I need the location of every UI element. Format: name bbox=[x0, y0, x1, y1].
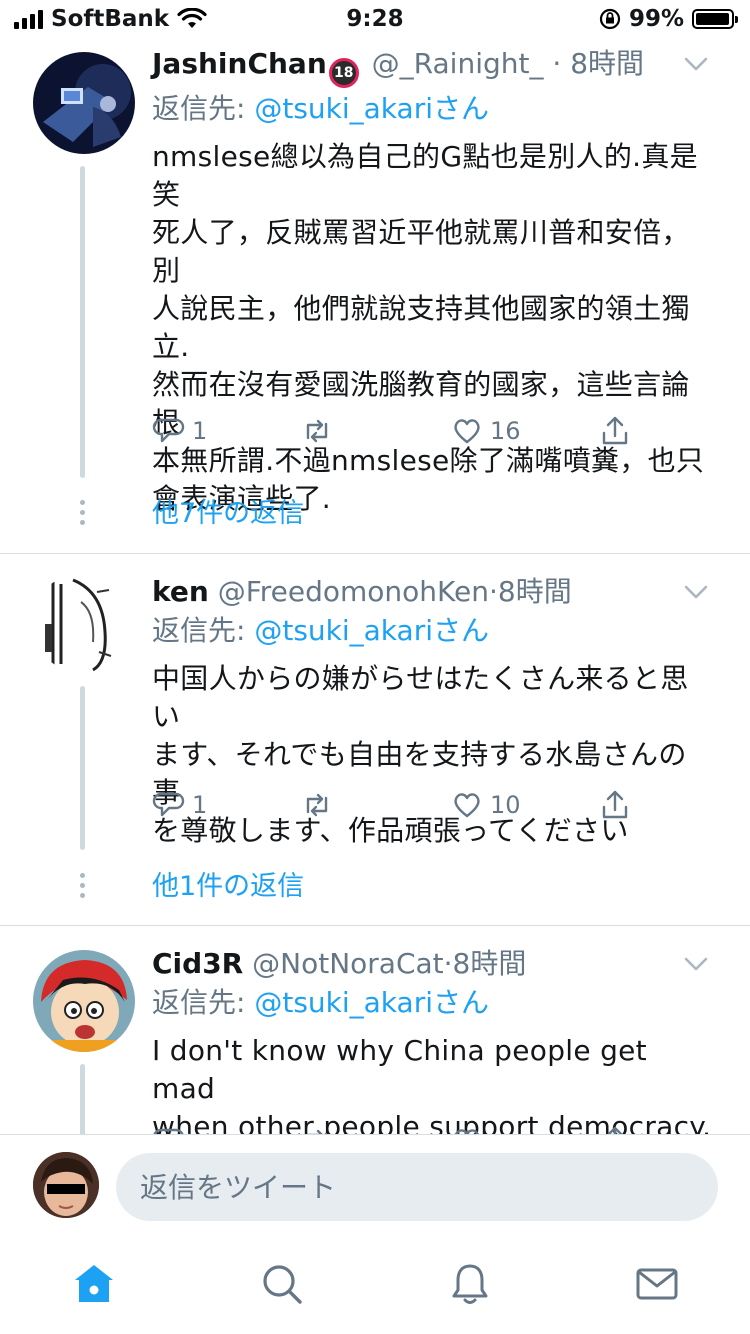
heart-icon bbox=[455, 1129, 479, 1134]
reply-icon bbox=[152, 418, 185, 443]
status-bar: SoftBank 9:28 99% bbox=[0, 0, 750, 40]
handle[interactable]: @FreedomonohKen bbox=[218, 575, 489, 608]
orientation-lock-icon bbox=[599, 8, 621, 30]
reply-count: 1 bbox=[192, 791, 208, 819]
mention-link[interactable]: @tsuki_akariさん bbox=[254, 92, 489, 125]
battery-icon bbox=[692, 9, 738, 29]
retweet-icon bbox=[306, 419, 328, 443]
avatar[interactable] bbox=[33, 572, 135, 674]
display-name[interactable]: JashinChan bbox=[152, 47, 327, 80]
avatar[interactable] bbox=[33, 52, 135, 154]
separator-dot: · bbox=[443, 947, 453, 980]
more-replies-link[interactable]: 他1件の返信 bbox=[152, 869, 304, 905]
tweet-actions: 1 16 bbox=[152, 414, 632, 458]
reply-context: 返信先: @tsuki_akariさん bbox=[152, 986, 489, 1019]
messages-icon[interactable] bbox=[633, 1260, 681, 1308]
mention-link[interactable]: @tsuki_akariさん bbox=[254, 614, 489, 647]
like-button[interactable]: 10 bbox=[450, 788, 521, 822]
heart-icon bbox=[454, 419, 480, 444]
tweet[interactable]: JashinChan 18 @_Rainight_ · 8時間 返信先: @tsu… bbox=[0, 40, 750, 553]
share-button[interactable] bbox=[598, 788, 632, 822]
tweet-text: I don't know why China people get mad wh… bbox=[152, 1034, 712, 1134]
reply-context: 返信先: @tsuki_akariさん bbox=[152, 614, 489, 647]
retweet-icon bbox=[307, 1129, 328, 1134]
chevron-down-icon[interactable] bbox=[678, 46, 714, 82]
reply-context: 返信先: @tsuki_akariさん bbox=[152, 92, 489, 125]
search-icon[interactable] bbox=[258, 1260, 306, 1308]
chevron-down-icon[interactable] bbox=[678, 946, 714, 982]
chevron-down-icon[interactable] bbox=[678, 574, 714, 610]
separator-dot: · bbox=[489, 575, 498, 608]
avatar[interactable] bbox=[33, 950, 135, 1052]
notifications-icon[interactable] bbox=[446, 1260, 494, 1308]
display-name[interactable]: ken bbox=[152, 575, 209, 608]
tweet[interactable]: Cid3R @NotNoraCat·8時間 返信先: @tsuki_akariさ… bbox=[0, 926, 750, 1134]
reply-icon bbox=[153, 1128, 184, 1134]
ellipsis-icon bbox=[79, 873, 87, 903]
separator-dot: · bbox=[552, 47, 562, 80]
thread-line bbox=[80, 1064, 85, 1134]
tweet-header: JashinChan 18 @_Rainight_ · 8時間 bbox=[152, 46, 714, 88]
reply-button[interactable]: 1 bbox=[152, 788, 207, 822]
timestamp[interactable]: 8時間 bbox=[498, 575, 572, 608]
tweet-header: Cid3R @NotNoraCat·8時間 bbox=[152, 946, 714, 982]
more-replies[interactable]: 他7件の返信 bbox=[0, 496, 750, 536]
home-icon[interactable] bbox=[70, 1260, 118, 1308]
handle[interactable]: @NotNoraCat bbox=[252, 947, 444, 980]
like-button[interactable] bbox=[450, 1124, 484, 1134]
reply-icon bbox=[152, 792, 185, 817]
share-button[interactable] bbox=[598, 414, 632, 448]
retweet-button[interactable] bbox=[300, 414, 334, 448]
thread-line bbox=[80, 686, 85, 850]
reply-input[interactable] bbox=[116, 1153, 718, 1221]
like-count: 10 bbox=[490, 791, 521, 819]
tweet-text: nmslese總以為自己的G點也是別人的.真是笑 死人了，反賊罵習近平他就罵川普… bbox=[152, 140, 705, 515]
thread-line bbox=[80, 166, 85, 478]
heart-icon bbox=[454, 793, 480, 818]
retweet-button[interactable] bbox=[300, 1124, 334, 1134]
more-replies-link[interactable]: 他7件の返信 bbox=[152, 496, 304, 532]
user-avatar[interactable] bbox=[33, 1152, 99, 1218]
reply-count: 1 bbox=[192, 417, 208, 445]
ellipsis-icon bbox=[79, 500, 87, 530]
handle[interactable]: @_Rainight_ bbox=[372, 47, 544, 80]
tweet-actions bbox=[152, 1124, 632, 1134]
more-replies[interactable]: 他1件の返信 bbox=[0, 869, 750, 909]
retweet-button[interactable] bbox=[300, 788, 334, 822]
display-name[interactable]: Cid3R bbox=[152, 947, 243, 980]
share-icon bbox=[602, 790, 628, 819]
retweet-icon bbox=[306, 793, 328, 817]
tweet-header: ken @FreedomonohKen·8時間 bbox=[152, 574, 714, 610]
tweet[interactable]: ken @FreedomonohKen·8時間 返信先: @tsuki_akar… bbox=[0, 554, 750, 925]
share-icon bbox=[607, 1126, 623, 1134]
like-button[interactable]: 16 bbox=[450, 414, 521, 448]
timestamp[interactable]: 8時間 bbox=[570, 47, 644, 80]
age-badge-icon: 18 bbox=[328, 58, 359, 88]
reply-button[interactable] bbox=[152, 1124, 186, 1134]
share-icon bbox=[602, 416, 628, 445]
battery-percent: 99% bbox=[628, 6, 684, 32]
timestamp[interactable]: 8時間 bbox=[453, 947, 527, 980]
tab-bar bbox=[0, 1238, 750, 1334]
mention-link[interactable]: @tsuki_akariさん bbox=[254, 986, 489, 1019]
like-count: 16 bbox=[490, 417, 521, 445]
reply-button[interactable]: 1 bbox=[152, 414, 207, 448]
tweet-actions: 1 10 bbox=[152, 788, 632, 832]
share-button[interactable] bbox=[598, 1124, 632, 1134]
reply-bar bbox=[0, 1134, 750, 1239]
